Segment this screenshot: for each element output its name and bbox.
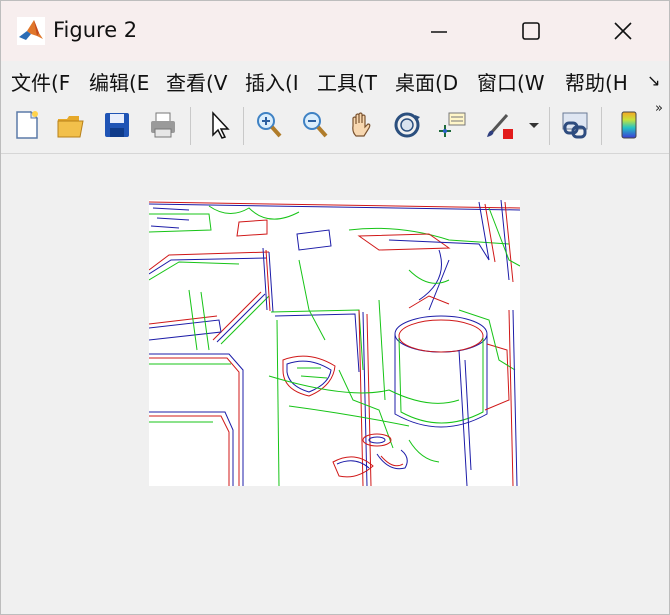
brush-dropdown-icon: [529, 123, 539, 128]
data-cursor-icon: [439, 112, 466, 137]
rotate-3d-icon: [394, 112, 420, 138]
figure-canvas[interactable]: [1, 154, 669, 614]
open-file-icon: [57, 116, 84, 138]
matlab-logo-icon: [17, 17, 45, 45]
title-bar[interactable]: Figure 2: [1, 1, 669, 61]
pan-button[interactable]: [341, 105, 381, 145]
maximize-button[interactable]: [485, 1, 577, 61]
zoom-out-icon: [303, 112, 328, 138]
colorbar-icon: [621, 111, 637, 139]
data-cursor-button[interactable]: [433, 105, 473, 145]
figure-window: Figure 2 文件(F 编辑(E 查看(V 插入(I 工具(T 桌面(D 窗…: [0, 0, 670, 615]
toolbar: [1, 99, 669, 154]
print-icon: [151, 112, 175, 138]
menu-insert[interactable]: 插入(I: [245, 67, 299, 96]
rotate-3d-button[interactable]: [387, 105, 427, 145]
menu-view[interactable]: 查看(V: [166, 67, 227, 96]
close-button[interactable]: [577, 1, 669, 61]
pan-hand-icon: [352, 112, 371, 137]
close-icon: [614, 22, 632, 40]
save-button[interactable]: [97, 105, 137, 145]
edge-detection-image[interactable]: [148, 199, 521, 487]
select-arrow-icon: [212, 111, 230, 139]
toolbar-separator: [243, 107, 244, 145]
menu-bar: 文件(F 编辑(E 查看(V 插入(I 工具(T 桌面(D 窗口(W 帮助(H: [1, 61, 669, 99]
link-plot-icon: [562, 112, 588, 139]
minimize-icon: [431, 31, 447, 33]
menu-edit[interactable]: 编辑(E: [89, 67, 149, 96]
toolbar-separator: [549, 107, 550, 145]
zoom-in-button[interactable]: [249, 105, 289, 145]
menu-tools[interactable]: 工具(T: [317, 67, 377, 96]
brush-button[interactable]: [479, 105, 519, 145]
window-title: Figure 2: [53, 18, 138, 42]
new-figure-icon: [16, 110, 39, 139]
brush-icon: [487, 114, 513, 139]
toolbar-separator: [190, 107, 191, 145]
toolbar-overflow-icon[interactable]: »: [655, 101, 663, 116]
colorbar-button[interactable]: [609, 105, 649, 145]
print-button[interactable]: [143, 105, 183, 145]
edge-image-drawing: [148, 199, 521, 487]
brush-dropdown-button[interactable]: [523, 105, 545, 145]
menu-file[interactable]: 文件(F: [11, 67, 70, 96]
new-figure-button[interactable]: [7, 105, 47, 145]
minimize-button[interactable]: [393, 1, 485, 61]
menu-overflow-icon[interactable]: ↘: [647, 71, 660, 90]
menu-help[interactable]: 帮助(H: [565, 67, 628, 96]
toolbar-separator: [601, 107, 602, 145]
select-button[interactable]: [199, 105, 239, 145]
link-plot-button[interactable]: [555, 105, 595, 145]
zoom-out-button[interactable]: [295, 105, 335, 145]
menu-desktop[interactable]: 桌面(D: [395, 67, 458, 96]
maximize-icon: [522, 22, 540, 40]
menu-window[interactable]: 窗口(W: [477, 67, 545, 96]
save-icon: [105, 113, 129, 137]
zoom-in-icon: [257, 112, 282, 138]
open-file-button[interactable]: [51, 105, 91, 145]
